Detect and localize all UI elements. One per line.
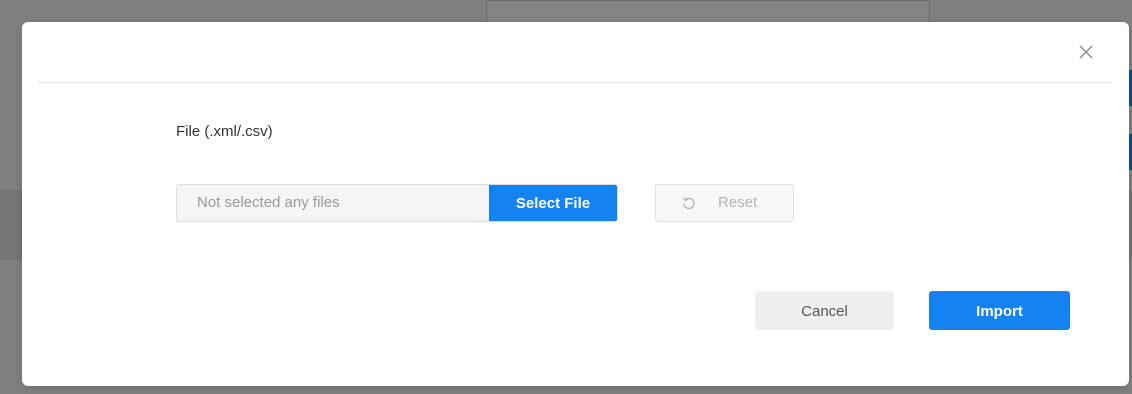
file-input[interactable]: Not selected any files Select File [176,184,618,222]
cancel-button[interactable]: Cancel [755,291,894,330]
import-button[interactable]: Import [929,291,1070,330]
reset-label: Reset [718,194,758,211]
close-icon [1079,45,1093,59]
reset-icon [682,197,695,210]
close-button[interactable] [1074,40,1098,64]
file-input-placeholder: Not selected any files [197,194,340,211]
dialog-header [38,22,1110,83]
file-field-label: File (.xml/.csv) [176,123,273,140]
reset-button[interactable]: Reset [655,184,794,222]
select-file-button[interactable]: Select File [489,185,617,221]
background-field [486,0,930,24]
import-dialog: File (.xml/.csv) Not selected any files … [22,22,1129,386]
